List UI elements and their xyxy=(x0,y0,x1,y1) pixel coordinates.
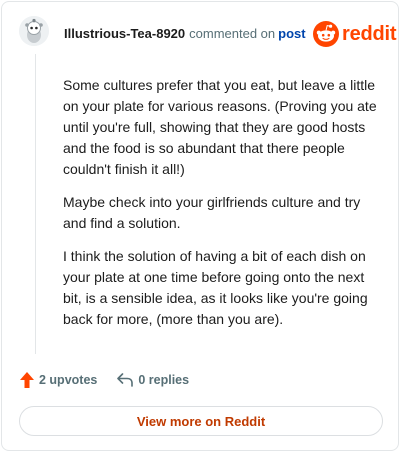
reddit-wordmark: reddit xyxy=(342,23,397,45)
comment-header: Illustrious-Tea-8920 commented on post xyxy=(64,26,306,42)
comment-paragraph: Some cultures prefer that you eat, but l… xyxy=(63,77,377,177)
comment-paragraph: I think the solution of having a bit of … xyxy=(63,248,368,327)
reddit-snoo-icon xyxy=(313,21,339,47)
upvote-arrow-icon xyxy=(20,372,34,388)
comment-actions: 2 upvotes 0 replies xyxy=(19,371,189,389)
post-link[interactable]: post xyxy=(278,26,305,41)
reply-arrow-icon xyxy=(117,373,134,387)
comment-body: Some cultures prefer that you eat, but l… xyxy=(63,75,381,342)
comment-paragraph: Maybe check into your girlfriends cultur… xyxy=(63,194,361,231)
upvote-button[interactable]: 2 upvotes xyxy=(19,371,97,389)
reddit-comment-embed: Illustrious-Tea-8920 commented on post red… xyxy=(1,1,399,451)
upvote-count: 2 upvotes xyxy=(39,373,98,387)
reply-count: 0 replies xyxy=(138,373,190,387)
view-more-button[interactable]: View more on Reddit xyxy=(19,406,383,436)
action-text: commented on xyxy=(189,26,276,41)
thread-line xyxy=(35,54,36,354)
username-link[interactable]: Illustrious-Tea-8920 xyxy=(64,26,185,41)
reddit-logo[interactable]: reddit xyxy=(313,21,397,47)
avatar[interactable] xyxy=(19,16,49,46)
reply-button[interactable]: 0 replies xyxy=(116,372,189,388)
